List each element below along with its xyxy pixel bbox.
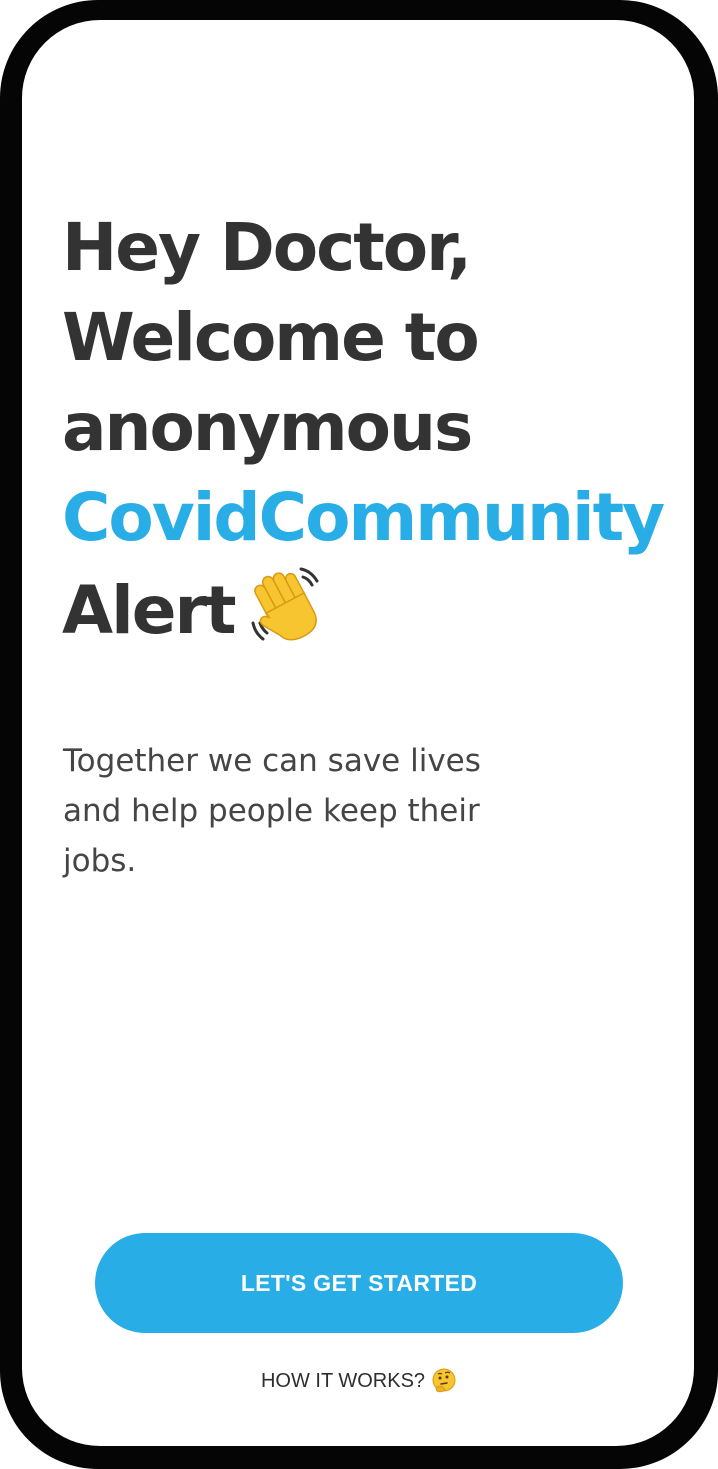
- how-it-works-label: HOW IT WORKS?: [260, 1369, 426, 1392]
- headline-alert-word: Alert: [62, 572, 237, 649]
- headline-line-5: Alert: [62, 563, 663, 656]
- brand-name: CovidCommunity: [62, 479, 665, 556]
- thinking-face-icon: [432, 1368, 456, 1393]
- headline-line-2: Welcome to: [62, 299, 480, 376]
- waving-hand-icon: [251, 567, 319, 641]
- how-it-works-link[interactable]: HOW IT WORKS?: [0, 1364, 718, 1398]
- welcome-headline: Hey Doctor, Welcome to anonymous CovidCo…: [62, 203, 665, 656]
- headline-line-1: Hey Doctor,: [62, 209, 472, 286]
- get-started-button[interactable]: LET'S GET STARTED: [95, 1233, 623, 1333]
- headline-line-3: anonymous: [62, 389, 473, 466]
- welcome-subtitle: Together we can save lives and help peop…: [63, 743, 481, 879]
